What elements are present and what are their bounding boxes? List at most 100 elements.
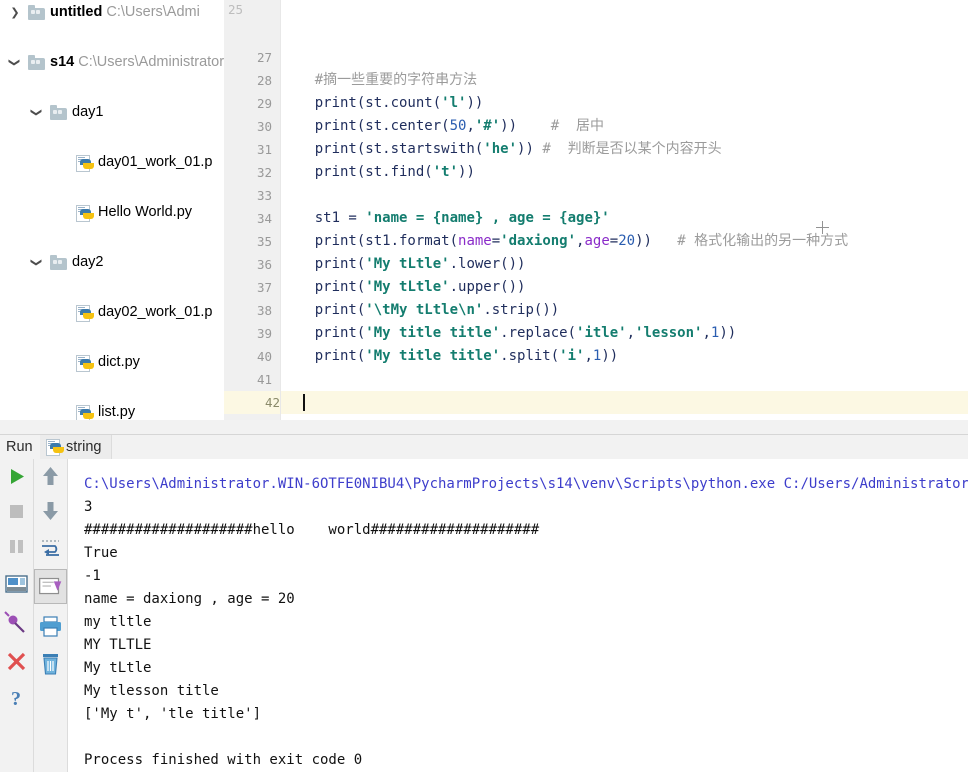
code-line[interactable] xyxy=(281,368,289,391)
chevron-down-icon[interactable] xyxy=(30,250,44,275)
restore-layout-button[interactable] xyxy=(0,567,33,602)
run-tool-window-header: Run string xyxy=(0,434,968,461)
editor-split: untitled C:\Users\Admi s14 C:\Users\Admin… xyxy=(0,0,968,434)
tree-row-day1[interactable]: day1 xyxy=(0,100,224,125)
chevron-right-icon[interactable] xyxy=(8,0,22,25)
gutter-line-number: 40 xyxy=(256,349,272,364)
console-output-line: My tlesson title xyxy=(84,683,219,699)
gutter-line-number: 35 xyxy=(256,234,272,249)
horizontal-splitter[interactable] xyxy=(0,420,968,434)
tree-row-dict-py[interactable]: dict.py xyxy=(0,350,224,375)
scroll-to-end-button[interactable] xyxy=(34,569,67,604)
python-file-icon xyxy=(46,439,64,456)
pin-tab-button[interactable] xyxy=(0,607,33,642)
pin-icon xyxy=(4,611,25,633)
code-line[interactable] xyxy=(281,391,968,414)
code-line[interactable]: print('\tMy tLtle\n'.strip()) xyxy=(281,299,559,322)
code-text-area[interactable]: #摘一些重要的字符串方法 print(st.count('l')) print(… xyxy=(281,0,968,420)
gutter-line-number: 29 xyxy=(256,96,272,111)
code-line[interactable]: print('My tLtle'.upper()) xyxy=(281,276,526,299)
gutter-line-number: 38 xyxy=(256,303,272,318)
gutter-line-number: 27 xyxy=(256,50,272,65)
clear-all-button[interactable] xyxy=(34,647,67,682)
code-line[interactable]: print(st.center(50,'#')) # 居中 xyxy=(281,115,604,138)
gutter-line-number: 37 xyxy=(256,280,272,295)
project-tool-window[interactable]: untitled C:\Users\Admi s14 C:\Users\Admin… xyxy=(0,0,224,420)
trash-icon xyxy=(43,654,58,675)
gutter-line-number: 32 xyxy=(256,165,272,180)
run-console-output[interactable]: C:\Users\Administrator.WIN-6OTFE0NIBU4\P… xyxy=(67,459,968,772)
tree-row-label: untitled C:\Users\Admi xyxy=(50,4,200,20)
run-tool-window: Run string ? C:\Users\Administrator.WIN-… xyxy=(0,434,968,772)
code-editor[interactable]: 27 28 29 30 31 32 33 34 35 36 37 38 39 40 41 42 #摘一些重要的… xyxy=(224,0,968,420)
code-line[interactable]: print(st.startswith('he')) # 判断是否以某个内容开头 xyxy=(281,138,722,161)
code-line[interactable]: #摘一些重要的字符串方法 xyxy=(281,69,477,92)
run-toolbar-right xyxy=(33,459,67,772)
tree-row-s14[interactable]: s14 C:\Users\Administrator.WIN-6OTFE0NIB… xyxy=(0,50,224,75)
code-line[interactable]: print(st.find('t')) xyxy=(281,161,475,184)
tree-row-label: day02_work_01.p xyxy=(98,304,213,320)
rerun-button[interactable] xyxy=(0,459,33,494)
code-line[interactable]: print('My title title'.split('i',1)) xyxy=(281,345,619,368)
down-stack-trace-button[interactable] xyxy=(34,494,67,529)
tree-row-label: Hello World.py xyxy=(98,204,193,220)
code-line[interactable]: print(st.count('l')) xyxy=(281,92,484,115)
print-button[interactable] xyxy=(34,609,67,644)
tree-row-label: day1 xyxy=(72,104,104,120)
tree-row-label: dict.py xyxy=(98,354,140,370)
tree-row-day01-work-01-p[interactable]: day01_work_01.p xyxy=(0,150,224,175)
run-tab-label: string xyxy=(66,439,102,455)
run-window-title: Run xyxy=(6,439,33,455)
tree-row-untitled[interactable]: untitled C:\Users\Admi xyxy=(0,0,224,25)
up-stack-trace-button[interactable] xyxy=(34,459,67,494)
gutter-line-number: 34 xyxy=(256,211,272,226)
gutter-line-number: 31 xyxy=(256,142,272,157)
stop-button[interactable] xyxy=(0,494,33,529)
close-x-icon xyxy=(7,652,26,671)
tree-row-hello-world-py[interactable]: Hello World.py xyxy=(0,200,224,225)
chevron-down-icon[interactable] xyxy=(30,100,44,125)
code-line[interactable]: st1 = 'name = {name} , age = {age}' xyxy=(281,207,610,230)
arrow-down-icon xyxy=(43,502,58,520)
pause-button[interactable] xyxy=(0,529,33,564)
text-caret xyxy=(303,394,305,411)
console-output-line: -1 xyxy=(84,568,101,584)
code-line[interactable] xyxy=(281,184,289,207)
console-output-line: 3 xyxy=(84,499,93,515)
run-tab-string[interactable]: string xyxy=(40,435,113,460)
code-line[interactable]: print(st1.format(name='daxiong',age=20))… xyxy=(281,230,848,253)
layout-icon xyxy=(5,575,28,593)
gutter-line-number-partial: 25 xyxy=(228,2,244,17)
question-mark-icon: ? xyxy=(11,688,21,710)
gutter-line-number: 36 xyxy=(256,257,272,272)
soft-wrap-icon xyxy=(42,540,59,556)
printer-icon xyxy=(40,616,61,637)
help-button[interactable]: ? xyxy=(0,681,33,716)
pause-icon xyxy=(10,540,23,553)
code-line[interactable]: print('My tLtle'.lower()) xyxy=(281,253,526,276)
chevron-down-icon[interactable] xyxy=(8,50,22,75)
gutter-line-number: 42 xyxy=(224,391,280,414)
tree-row-label: day01_work_01.p xyxy=(98,154,213,170)
arrow-up-icon xyxy=(43,467,58,485)
console-output-line: Process finished with exit code 0 xyxy=(84,752,363,768)
tree-row-list-py[interactable]: list.py xyxy=(0,400,224,420)
gutter-line-number: 30 xyxy=(256,119,272,134)
console-output-line: name = daxiong , age = 20 xyxy=(84,591,295,607)
tree-row-day2[interactable]: day2 xyxy=(0,250,224,275)
soft-wrap-button[interactable] xyxy=(34,531,67,566)
text-cursor-icon xyxy=(816,221,830,235)
console-output-line: My tLtle xyxy=(84,660,152,676)
code-line[interactable]: print('My title title'.replace('itle','l… xyxy=(281,322,737,345)
console-output-line: ['My t', 'tle title'] xyxy=(84,706,262,722)
console-output-line: my tltle xyxy=(84,614,152,630)
tree-row-day02-work-01-p[interactable]: day02_work_01.p xyxy=(0,300,224,325)
gutter-line-number: 28 xyxy=(256,73,272,88)
close-button[interactable] xyxy=(0,644,33,679)
console-output-line: MY TLTLE xyxy=(84,637,152,653)
console-command-line[interactable]: C:\Users\Administrator.WIN-6OTFE0NIBU4\P… xyxy=(84,473,968,496)
gutter-line-number: 39 xyxy=(256,326,272,341)
console-output-line: ####################hello world#########… xyxy=(84,522,540,538)
code-line[interactable] xyxy=(281,46,289,69)
